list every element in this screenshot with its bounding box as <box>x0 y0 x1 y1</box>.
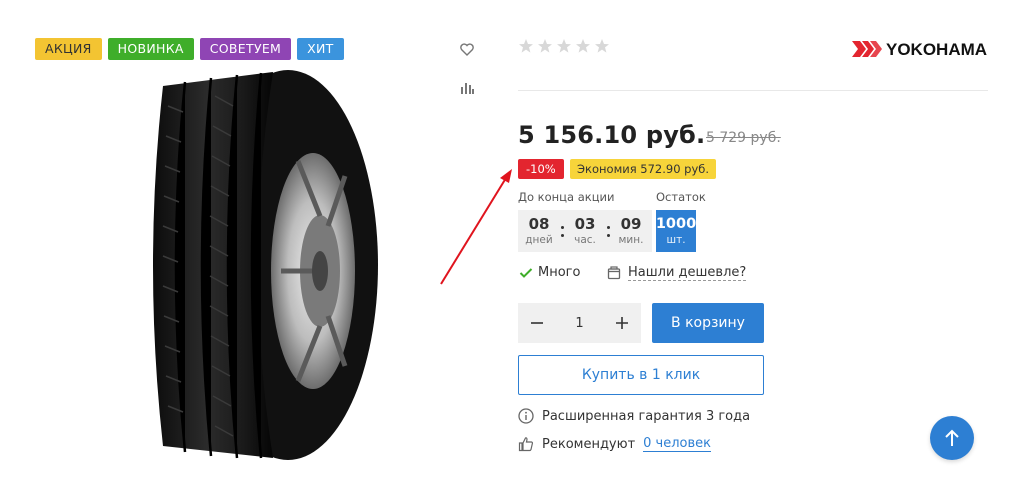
info-icon <box>518 408 534 424</box>
star-icon[interactable] <box>518 38 534 54</box>
add-to-cart-button[interactable]: В корзину <box>652 303 764 343</box>
badge-novinka: НОВИНКА <box>107 38 194 60</box>
thumbs-up-icon <box>518 437 534 452</box>
plus-icon[interactable] <box>603 303 641 343</box>
svg-text:YOKOHAMA: YOKOHAMA <box>886 40 987 59</box>
stock-unit: шт. <box>666 233 686 246</box>
timer-hours-unit: час. <box>574 233 596 246</box>
badge-sovetuem: СОВЕТУЕМ <box>199 38 292 60</box>
quantity-input[interactable] <box>559 315 600 331</box>
arrow-up-icon <box>945 429 959 446</box>
timer-separator <box>560 210 564 252</box>
badge-hit: ХИТ <box>297 38 344 60</box>
product-actions <box>458 40 476 96</box>
timer-separator <box>606 210 610 252</box>
warranty-label: Расширенная гарантия 3 года <box>542 408 751 424</box>
promo-countdown: 08 дней 03 час. 09 мин. <box>518 210 652 252</box>
economy-badge: Экономия 572.90 руб. <box>570 159 717 179</box>
recommend-label: Рекомендуют <box>542 436 636 452</box>
timer-days-value: 08 <box>528 214 550 233</box>
brand-logo[interactable]: YOKOHAMA <box>852 37 990 61</box>
timer-minutes-value: 09 <box>620 214 642 233</box>
product-image[interactable] <box>123 66 381 464</box>
old-price: 5 729 руб. <box>706 130 781 146</box>
timer-days: 08 дней <box>518 210 560 252</box>
badge-akcia: АКЦИЯ <box>35 38 102 60</box>
warranty-info: Расширенная гарантия 3 года <box>518 408 750 424</box>
price-tag-icon <box>607 266 621 280</box>
buy-one-click-button[interactable]: Купить в 1 клик <box>518 355 764 395</box>
timer-hours: 03 час. <box>564 210 606 252</box>
heart-icon[interactable] <box>458 40 476 58</box>
star-icon[interactable] <box>594 38 610 54</box>
divider <box>518 90 988 91</box>
recommend-info: Рекомендуют 0 человек <box>518 436 712 452</box>
recommend-count-link[interactable]: 0 человек <box>643 436 712 452</box>
minus-icon[interactable] <box>518 303 556 343</box>
quantity-stepper <box>518 303 641 343</box>
timer-hours-value: 03 <box>574 214 596 233</box>
availability-label: Много <box>538 265 581 280</box>
timer-minutes-unit: мин. <box>618 233 644 246</box>
star-icon[interactable] <box>537 38 553 54</box>
scroll-to-top-button[interactable] <box>930 416 974 460</box>
product-badges: АКЦИЯ НОВИНКА СОВЕТУЕМ ХИТ <box>35 38 344 60</box>
timer-label: До конца акции <box>518 190 615 204</box>
stock-label: Остаток <box>656 190 706 204</box>
stock-value: 1000 <box>655 215 697 232</box>
availability-status: Много <box>519 265 580 280</box>
discount-badge: -10% <box>518 159 564 179</box>
check-icon <box>519 267 533 278</box>
found-cheaper-link[interactable]: Нашли дешевле? <box>607 265 747 281</box>
star-icon[interactable] <box>556 38 572 54</box>
timer-days-unit: дней <box>525 233 553 246</box>
timer-minutes: 09 мин. <box>610 210 652 252</box>
current-price: 5 156.10 руб. <box>518 121 706 149</box>
star-icon[interactable] <box>575 38 591 54</box>
compare-icon[interactable] <box>458 78 476 96</box>
rating-stars[interactable] <box>518 38 610 54</box>
found-cheaper-label[interactable]: Нашли дешевле? <box>628 265 747 281</box>
stock-counter: 1000 шт. <box>656 210 696 252</box>
